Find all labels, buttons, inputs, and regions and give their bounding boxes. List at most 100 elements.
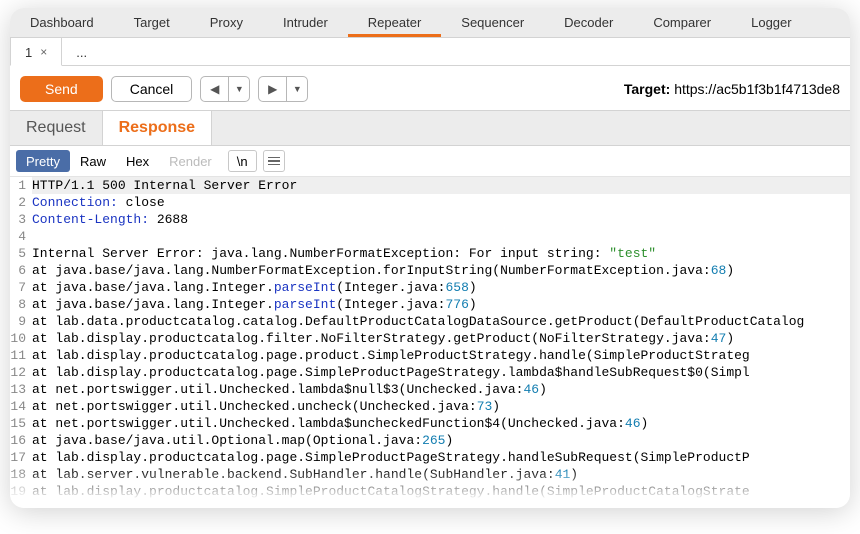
line-text: at java.base/java.lang.NumberFormatExcep… bbox=[32, 262, 850, 279]
line-number: 18 bbox=[10, 466, 32, 483]
line-text: Content-Length: 2688 bbox=[32, 211, 850, 228]
line-number: 1 bbox=[10, 177, 32, 194]
line-text: at net.portswigger.util.Unchecked.lambda… bbox=[32, 381, 850, 398]
tab-response[interactable]: Response bbox=[103, 111, 212, 145]
line-text: at lab.display.productcatalog.SimpleProd… bbox=[32, 483, 850, 500]
cancel-button[interactable]: Cancel bbox=[111, 76, 193, 102]
code-line: 2Connection: close bbox=[10, 194, 850, 211]
line-number: 6 bbox=[10, 262, 32, 279]
line-text bbox=[32, 228, 850, 245]
code-line: 10at lab.display.productcatalog.filter.N… bbox=[10, 330, 850, 347]
close-icon[interactable]: × bbox=[40, 45, 47, 59]
repeater-tab-more-label: ... bbox=[76, 45, 87, 60]
view-render[interactable]: Render bbox=[159, 150, 222, 172]
line-number: 2 bbox=[10, 194, 32, 211]
history-fwd-button[interactable]: ▶ bbox=[258, 76, 286, 102]
repeater-tab-more[interactable]: ... bbox=[62, 38, 101, 65]
line-text: at net.portswigger.util.Unchecked.lambda… bbox=[32, 415, 850, 432]
line-number: 3 bbox=[10, 211, 32, 228]
code-line: 8at java.base/java.lang.Integer.parseInt… bbox=[10, 296, 850, 313]
line-number: 17 bbox=[10, 449, 32, 466]
view-pretty[interactable]: Pretty bbox=[16, 150, 70, 172]
action-row: Send Cancel ◀ ▼ ▶ ▼ Target: https://ac5b… bbox=[10, 66, 850, 110]
line-number: 9 bbox=[10, 313, 32, 330]
line-number: 19 bbox=[10, 483, 32, 500]
main-tab-sequencer[interactable]: Sequencer bbox=[441, 8, 544, 37]
view-hex[interactable]: Hex bbox=[116, 150, 159, 172]
view-newline-toggle[interactable]: \n bbox=[228, 150, 257, 172]
line-number: 8 bbox=[10, 296, 32, 313]
main-tab-target[interactable]: Target bbox=[114, 8, 190, 37]
line-number: 13 bbox=[10, 381, 32, 398]
target-label: Target: bbox=[624, 81, 674, 97]
line-text: Connection: close bbox=[32, 194, 850, 211]
code-line: 1HTTP/1.1 500 Internal Server Error bbox=[10, 177, 850, 194]
hamburger-icon[interactable] bbox=[263, 150, 285, 172]
repeater-tab-1[interactable]: 1 × bbox=[10, 38, 62, 66]
line-number: 11 bbox=[10, 347, 32, 364]
chevron-down-icon: ▼ bbox=[293, 84, 302, 94]
main-tab-comparer[interactable]: Comparer bbox=[633, 8, 731, 37]
main-tab-decoder[interactable]: Decoder bbox=[544, 8, 633, 37]
line-text: at lab.display.productcatalog.page.Simpl… bbox=[32, 449, 850, 466]
send-button[interactable]: Send bbox=[20, 76, 103, 102]
history-fwd-group: ▶ ▼ bbox=[258, 76, 308, 102]
code-line: 19at lab.display.productcatalog.SimplePr… bbox=[10, 483, 850, 500]
line-number: 14 bbox=[10, 398, 32, 415]
line-text: Internal Server Error: java.lang.NumberF… bbox=[32, 245, 850, 262]
code-line: 14at net.portswigger.util.Unchecked.unch… bbox=[10, 398, 850, 415]
view-strip: Pretty Raw Hex Render \n bbox=[10, 146, 850, 177]
line-number: 12 bbox=[10, 364, 32, 381]
code-line: 16at java.base/java.util.Optional.map(Op… bbox=[10, 432, 850, 449]
main-tab-proxy[interactable]: Proxy bbox=[190, 8, 263, 37]
target-display: Target: https://ac5b1f3b1f4713de8 bbox=[624, 81, 840, 97]
code-line: 18at lab.server.vulnerable.backend.SubHa… bbox=[10, 466, 850, 483]
line-text: at java.base/java.lang.Integer.parseInt(… bbox=[32, 296, 850, 313]
response-body-pane[interactable]: 1HTTP/1.1 500 Internal Server Error2Conn… bbox=[10, 177, 850, 508]
code-line: 9at lab.data.productcatalog.catalog.Defa… bbox=[10, 313, 850, 330]
main-tabs: DashboardTargetProxyIntruderRepeaterSequ… bbox=[10, 8, 850, 38]
line-text: at java.base/java.util.Optional.map(Opti… bbox=[32, 432, 850, 449]
line-number: 5 bbox=[10, 245, 32, 262]
app-window: DashboardTargetProxyIntruderRepeaterSequ… bbox=[10, 8, 850, 508]
line-text: at lab.server.vulnerable.backend.SubHand… bbox=[32, 466, 850, 483]
line-text: at lab.display.productcatalog.page.produ… bbox=[32, 347, 850, 364]
target-value: https://ac5b1f3b1f4713de8 bbox=[674, 81, 840, 97]
code-line: 4 bbox=[10, 228, 850, 245]
line-text: at net.portswigger.util.Unchecked.unchec… bbox=[32, 398, 850, 415]
line-text: at lab.data.productcatalog.catalog.Defau… bbox=[32, 313, 850, 330]
main-tab-intruder[interactable]: Intruder bbox=[263, 8, 348, 37]
main-tab-logger[interactable]: Logger bbox=[731, 8, 811, 37]
line-text: at java.base/java.lang.Integer.parseInt(… bbox=[32, 279, 850, 296]
main-tab-dashboard[interactable]: Dashboard bbox=[10, 8, 114, 37]
line-text: at lab.display.productcatalog.filter.NoF… bbox=[32, 330, 850, 347]
code-line: 17at lab.display.productcatalog.page.Sim… bbox=[10, 449, 850, 466]
line-number: 10 bbox=[10, 330, 32, 347]
code-line: 12at lab.display.productcatalog.page.Sim… bbox=[10, 364, 850, 381]
repeater-subtabs: 1 × ... bbox=[10, 38, 850, 66]
line-text: HTTP/1.1 500 Internal Server Error bbox=[32, 177, 850, 194]
code-line: 15at net.portswigger.util.Unchecked.lamb… bbox=[10, 415, 850, 432]
code-line: 6at java.base/java.lang.NumberFormatExce… bbox=[10, 262, 850, 279]
code-line: 7at java.base/java.lang.Integer.parseInt… bbox=[10, 279, 850, 296]
history-back-button[interactable]: ◀ bbox=[200, 76, 228, 102]
code-line: 13at net.portswigger.util.Unchecked.lamb… bbox=[10, 381, 850, 398]
line-text: at lab.display.productcatalog.page.Simpl… bbox=[32, 364, 850, 381]
repeater-tab-1-label: 1 bbox=[25, 45, 32, 60]
code-line: 11at lab.display.productcatalog.page.pro… bbox=[10, 347, 850, 364]
code-line: 3Content-Length: 2688 bbox=[10, 211, 850, 228]
line-number: 15 bbox=[10, 415, 32, 432]
line-number: 16 bbox=[10, 432, 32, 449]
history-back-dropdown[interactable]: ▼ bbox=[228, 76, 250, 102]
history-back-group: ◀ ▼ bbox=[200, 76, 250, 102]
chevron-down-icon: ▼ bbox=[235, 84, 244, 94]
history-fwd-dropdown[interactable]: ▼ bbox=[286, 76, 308, 102]
tab-request[interactable]: Request bbox=[10, 111, 103, 145]
code-line: 5Internal Server Error: java.lang.Number… bbox=[10, 245, 850, 262]
line-number: 4 bbox=[10, 228, 32, 245]
view-raw[interactable]: Raw bbox=[70, 150, 116, 172]
line-number: 7 bbox=[10, 279, 32, 296]
main-tab-repeater[interactable]: Repeater bbox=[348, 8, 441, 37]
chevron-right-icon: ▶ bbox=[268, 82, 277, 96]
chevron-left-icon: ◀ bbox=[210, 82, 219, 96]
